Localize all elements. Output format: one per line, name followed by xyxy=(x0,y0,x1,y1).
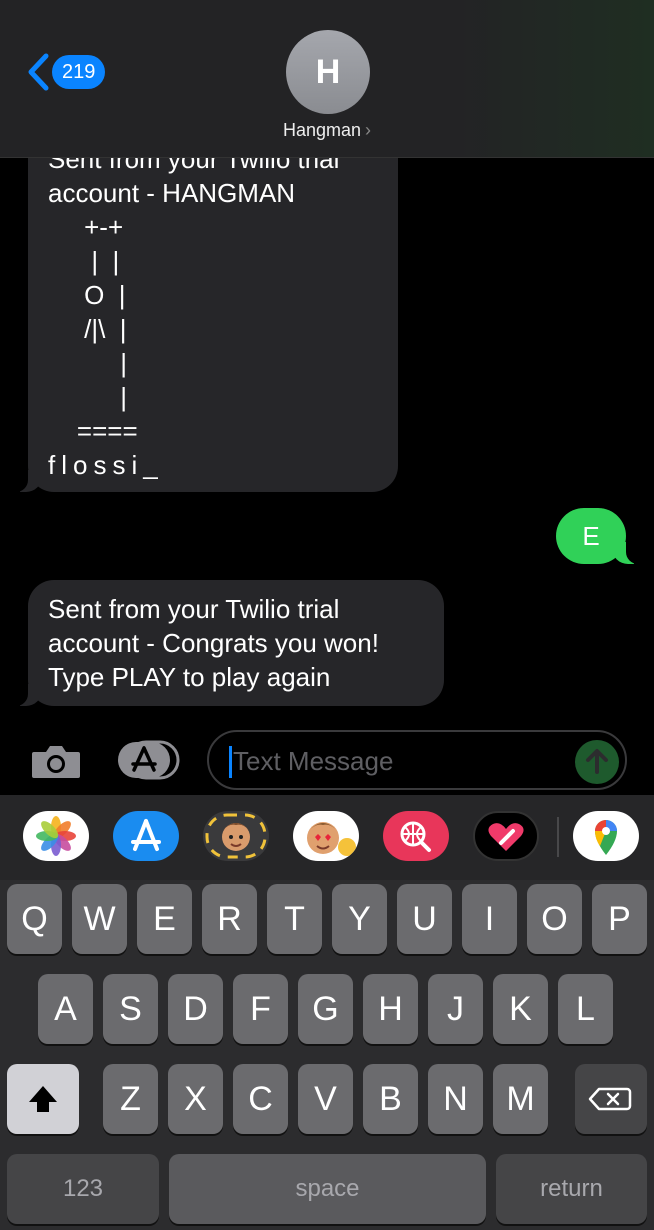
avatar[interactable]: H xyxy=(286,30,370,114)
backspace-key[interactable] xyxy=(575,1064,647,1134)
key-f[interactable]: F xyxy=(233,974,288,1044)
back-button[interactable]: 219 xyxy=(26,52,106,92)
shift-arrow-icon xyxy=(29,1086,57,1112)
key-n[interactable]: N xyxy=(428,1064,483,1134)
received-message-hangman-board[interactable]: Sent from your Twilio trial account - HA… xyxy=(14,120,398,492)
key-m[interactable]: M xyxy=(493,1064,548,1134)
web-search-icon[interactable] xyxy=(383,811,449,861)
key-j[interactable]: J xyxy=(428,974,483,1044)
digital-touch-icon[interactable] xyxy=(473,811,539,861)
key-c[interactable]: C xyxy=(233,1064,288,1134)
arrow-up-icon xyxy=(586,749,608,774)
chevron-right-icon: › xyxy=(365,120,372,140)
app-strip-divider xyxy=(557,817,559,857)
text-cursor xyxy=(229,746,232,778)
compose-bar: Text Message xyxy=(0,720,654,796)
conversation-header: 219 H Hangman › xyxy=(0,0,654,158)
key-d[interactable]: D xyxy=(168,974,223,1044)
key-s[interactable]: S xyxy=(103,974,158,1044)
gallows-line: O | xyxy=(48,280,126,310)
message-line: account - Congrats you won! xyxy=(48,628,379,658)
memoji-stickers-icon[interactable] xyxy=(203,811,269,861)
animoji-icon[interactable] xyxy=(293,811,359,861)
message-line: Type PLAY to play again xyxy=(48,662,331,692)
key-p[interactable]: P xyxy=(592,884,647,954)
key-l[interactable]: L xyxy=(558,974,613,1044)
camera-icon[interactable] xyxy=(30,742,82,780)
key-i[interactable]: I xyxy=(462,884,517,954)
key-e[interactable]: E xyxy=(137,884,192,954)
key-b[interactable]: B xyxy=(363,1064,418,1134)
contact-name: Hangman xyxy=(282,120,362,140)
sent-message-guess[interactable]: E xyxy=(556,508,640,564)
gallows-line: | | xyxy=(48,246,120,276)
imessage-app-strip xyxy=(0,795,654,881)
google-maps-icon[interactable] xyxy=(573,811,639,861)
unread-count-badge: 219 xyxy=(52,55,106,89)
key-h[interactable]: H xyxy=(363,974,418,1044)
sent-message-text: E xyxy=(582,521,600,551)
gallows-line: | xyxy=(48,348,127,378)
key-a[interactable]: A xyxy=(38,974,93,1044)
key-y[interactable]: Y xyxy=(332,884,387,954)
gallows-base: ==== xyxy=(48,416,138,446)
app-store-icon[interactable] xyxy=(113,811,179,861)
word-progress: flossi_ xyxy=(48,450,164,480)
key-g[interactable]: G xyxy=(298,974,353,1044)
space-key[interactable]: space xyxy=(169,1154,486,1224)
backspace-icon xyxy=(588,1087,632,1111)
key-q[interactable]: Q xyxy=(7,884,62,954)
gallows-line: | xyxy=(48,382,127,412)
send-button[interactable] xyxy=(575,740,619,784)
key-u[interactable]: U xyxy=(397,884,452,954)
message-line: account - HANGMAN xyxy=(48,178,296,208)
keyboard: Q W E R T Y U I O P A S D F G H J K L Z … xyxy=(0,880,654,1230)
message-input[interactable]: Text Message xyxy=(207,730,627,790)
shift-key[interactable] xyxy=(7,1064,79,1134)
gallows-line: +-+ xyxy=(48,212,124,242)
key-t[interactable]: T xyxy=(267,884,322,954)
chevron-left-icon xyxy=(28,53,49,91)
message-line: Sent from your Twilio trial xyxy=(48,594,340,624)
return-key[interactable]: return xyxy=(496,1154,647,1224)
key-v[interactable]: V xyxy=(298,1064,353,1134)
key-r[interactable]: R xyxy=(202,884,257,954)
received-message-win[interactable]: Sent from your Twilio trial account - Co… xyxy=(14,580,444,706)
message-input-placeholder: Text Message xyxy=(233,746,394,776)
key-z[interactable]: Z xyxy=(103,1064,158,1134)
app-store-drawer-icon[interactable] xyxy=(116,740,180,780)
contact-name-button[interactable]: Hangman › xyxy=(0,120,654,141)
numbers-key[interactable]: 123 xyxy=(7,1154,159,1224)
key-o[interactable]: O xyxy=(527,884,582,954)
photos-app-icon[interactable] xyxy=(23,811,89,861)
key-w[interactable]: W xyxy=(72,884,127,954)
gallows-line: /|\ | xyxy=(48,314,127,344)
key-k[interactable]: K xyxy=(493,974,548,1044)
key-x[interactable]: X xyxy=(168,1064,223,1134)
